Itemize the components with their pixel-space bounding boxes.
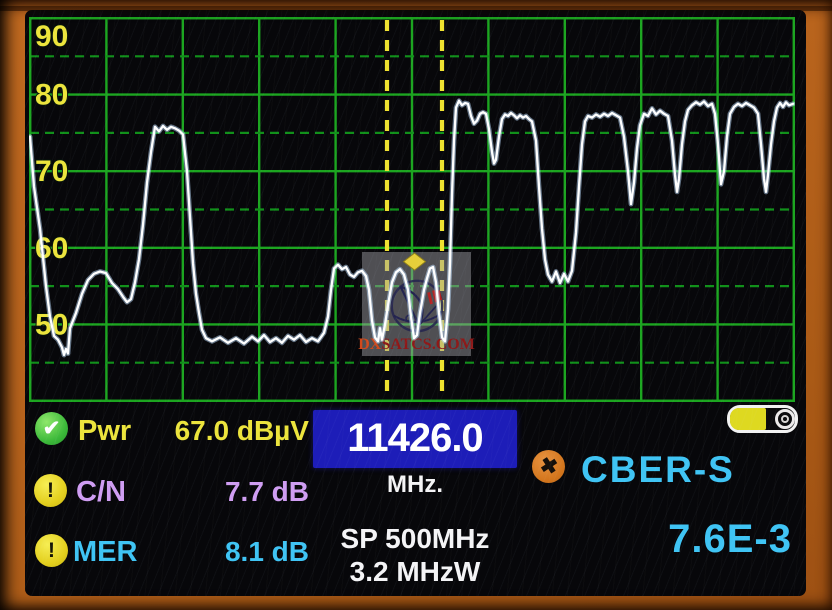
span-setting: SP 500MHz (313, 523, 517, 555)
cber-label: CBER-S (581, 447, 735, 493)
exclamation-glyph: ! (47, 480, 54, 501)
marker-width-setting: 3.2 MHzW (313, 556, 517, 588)
pwr-status-ok-icon: ✔ (35, 412, 68, 445)
mer-value: 8.1 dB (115, 535, 309, 569)
lcd-screen: 9080706050 DXSATCS.COM ✔ Pwr 67.0 dBµV !… (25, 10, 806, 596)
cber-value: 7.6E-3 (585, 515, 792, 563)
battery-icon (727, 405, 798, 433)
device-bezel: 9080706050 DXSATCS.COM ✔ Pwr 67.0 dBµV !… (0, 0, 832, 610)
frequency-readout: 11426.0 (313, 410, 517, 468)
cber-status-fail-icon: ✖ (532, 450, 565, 483)
cn-value: 7.7 dB (115, 475, 309, 509)
spectrum-trace-layer (29, 17, 795, 402)
frequency-unit: MHz. (313, 472, 517, 498)
cross-glyph: ✖ (538, 454, 560, 478)
exclamation-glyph: ! (48, 540, 55, 561)
pwr-value: 67.0 dBµV (115, 414, 309, 448)
center-diamond-marker (404, 253, 426, 270)
mer-status-warning-icon: ! (35, 534, 68, 567)
check-glyph: ✔ (43, 418, 61, 439)
battery-terminal (775, 409, 795, 429)
cn-status-warning-icon: ! (34, 474, 67, 507)
battery-fill-level (730, 408, 766, 430)
